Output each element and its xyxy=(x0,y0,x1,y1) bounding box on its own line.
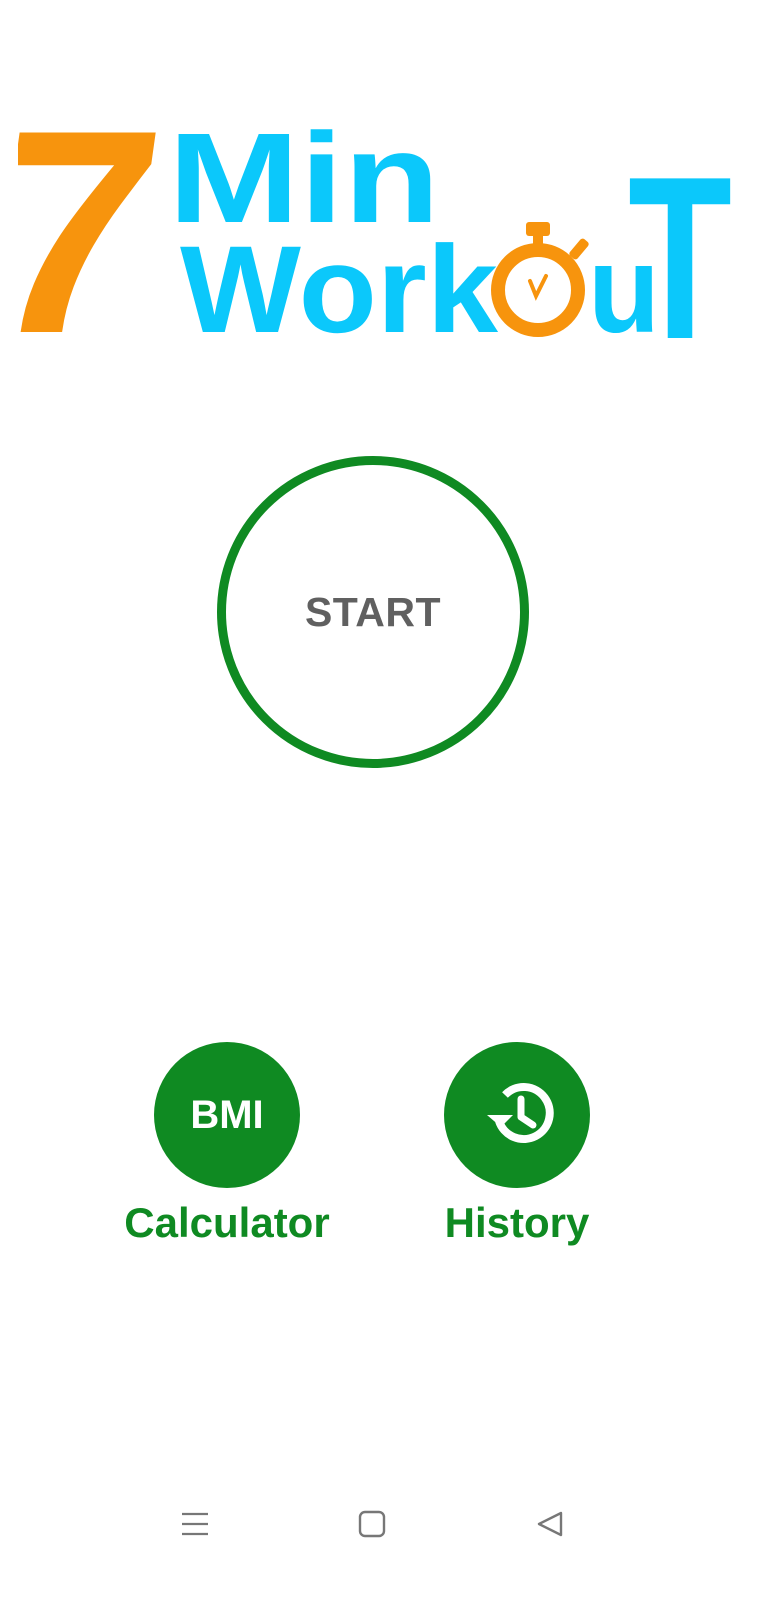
start-label: START xyxy=(304,588,442,635)
nav-back-button[interactable] xyxy=(530,1504,570,1544)
logo-number: 7 xyxy=(18,98,177,368)
app-logo: 7 Min Work u T xyxy=(18,98,740,368)
bmi-circle-text: BMI xyxy=(190,1092,264,1137)
menu-icon xyxy=(182,1512,208,1536)
logo-line2-t: T xyxy=(628,129,732,368)
logo-graphic: 7 Min Work u T xyxy=(18,98,732,368)
bmi-circle[interactable]: BMI xyxy=(154,1042,300,1188)
bmi-calculator-button[interactable]: BMI Calculator xyxy=(97,1042,357,1246)
history-button[interactable]: History xyxy=(387,1042,647,1246)
nav-home-button[interactable] xyxy=(352,1504,392,1544)
nav-menu-button[interactable] xyxy=(175,1504,215,1544)
stopwatch-icon xyxy=(491,222,589,337)
back-triangle-icon xyxy=(537,1511,563,1537)
history-circle[interactable] xyxy=(444,1042,590,1188)
logo-line2-prefix: Work xyxy=(180,221,499,359)
home-square-icon xyxy=(358,1510,386,1538)
history-label: History xyxy=(444,1199,590,1246)
system-navigation-bar xyxy=(0,1480,758,1570)
start-button[interactable]: START xyxy=(217,456,529,768)
history-clock-icon xyxy=(487,1083,554,1143)
bmi-calculator-label: Calculator xyxy=(124,1199,330,1246)
